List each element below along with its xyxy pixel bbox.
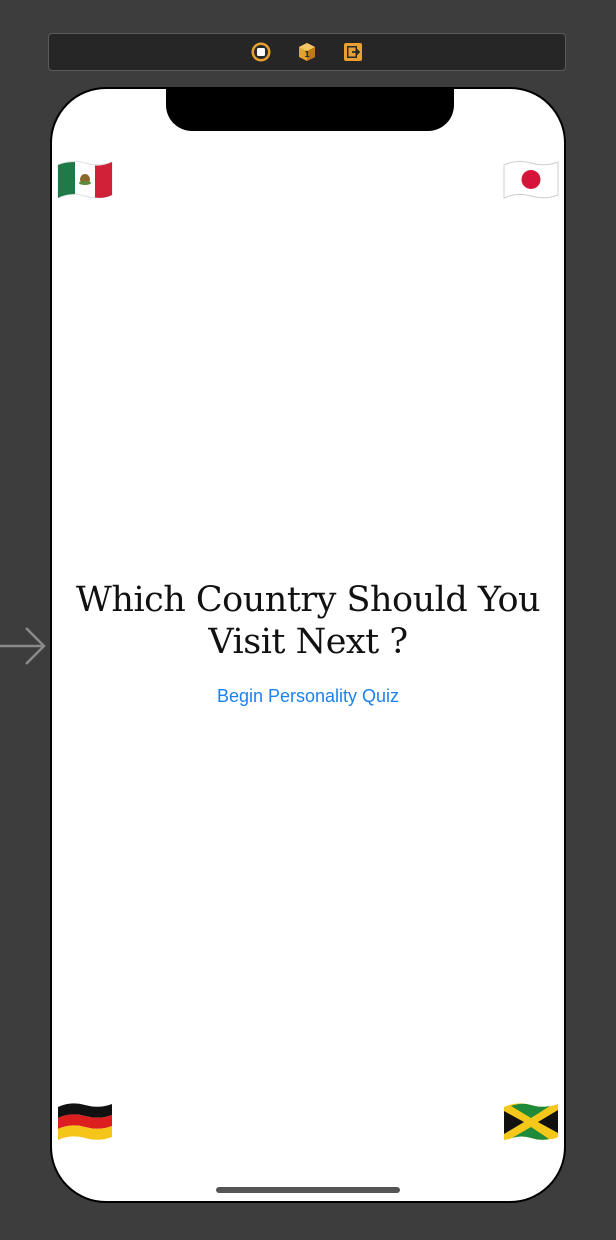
page-title: Which Country Should You Visit Next ?: [75, 580, 541, 662]
first-responder-icon[interactable]: 1: [296, 41, 318, 63]
mexico-flag-icon: [56, 159, 114, 201]
japan-flag-icon: [502, 159, 560, 201]
germany-flag-icon: [56, 1101, 114, 1143]
svg-text:1: 1: [304, 50, 310, 59]
view-controller-icon[interactable]: [250, 41, 272, 63]
scene-dock: 1: [48, 33, 566, 71]
begin-quiz-button[interactable]: Begin Personality Quiz: [52, 685, 564, 707]
storyboard-canvas: 1 Which Country Should You Visit Next ? …: [0, 0, 616, 1240]
exit-icon[interactable]: [342, 41, 364, 63]
device-notch: [166, 89, 454, 131]
jamaica-flag-icon: [502, 1101, 560, 1143]
home-indicator[interactable]: [216, 1187, 400, 1193]
iphone-screen: Which Country Should You Visit Next ? Be…: [50, 87, 566, 1203]
initial-view-controller-arrow-icon: [0, 624, 48, 668]
